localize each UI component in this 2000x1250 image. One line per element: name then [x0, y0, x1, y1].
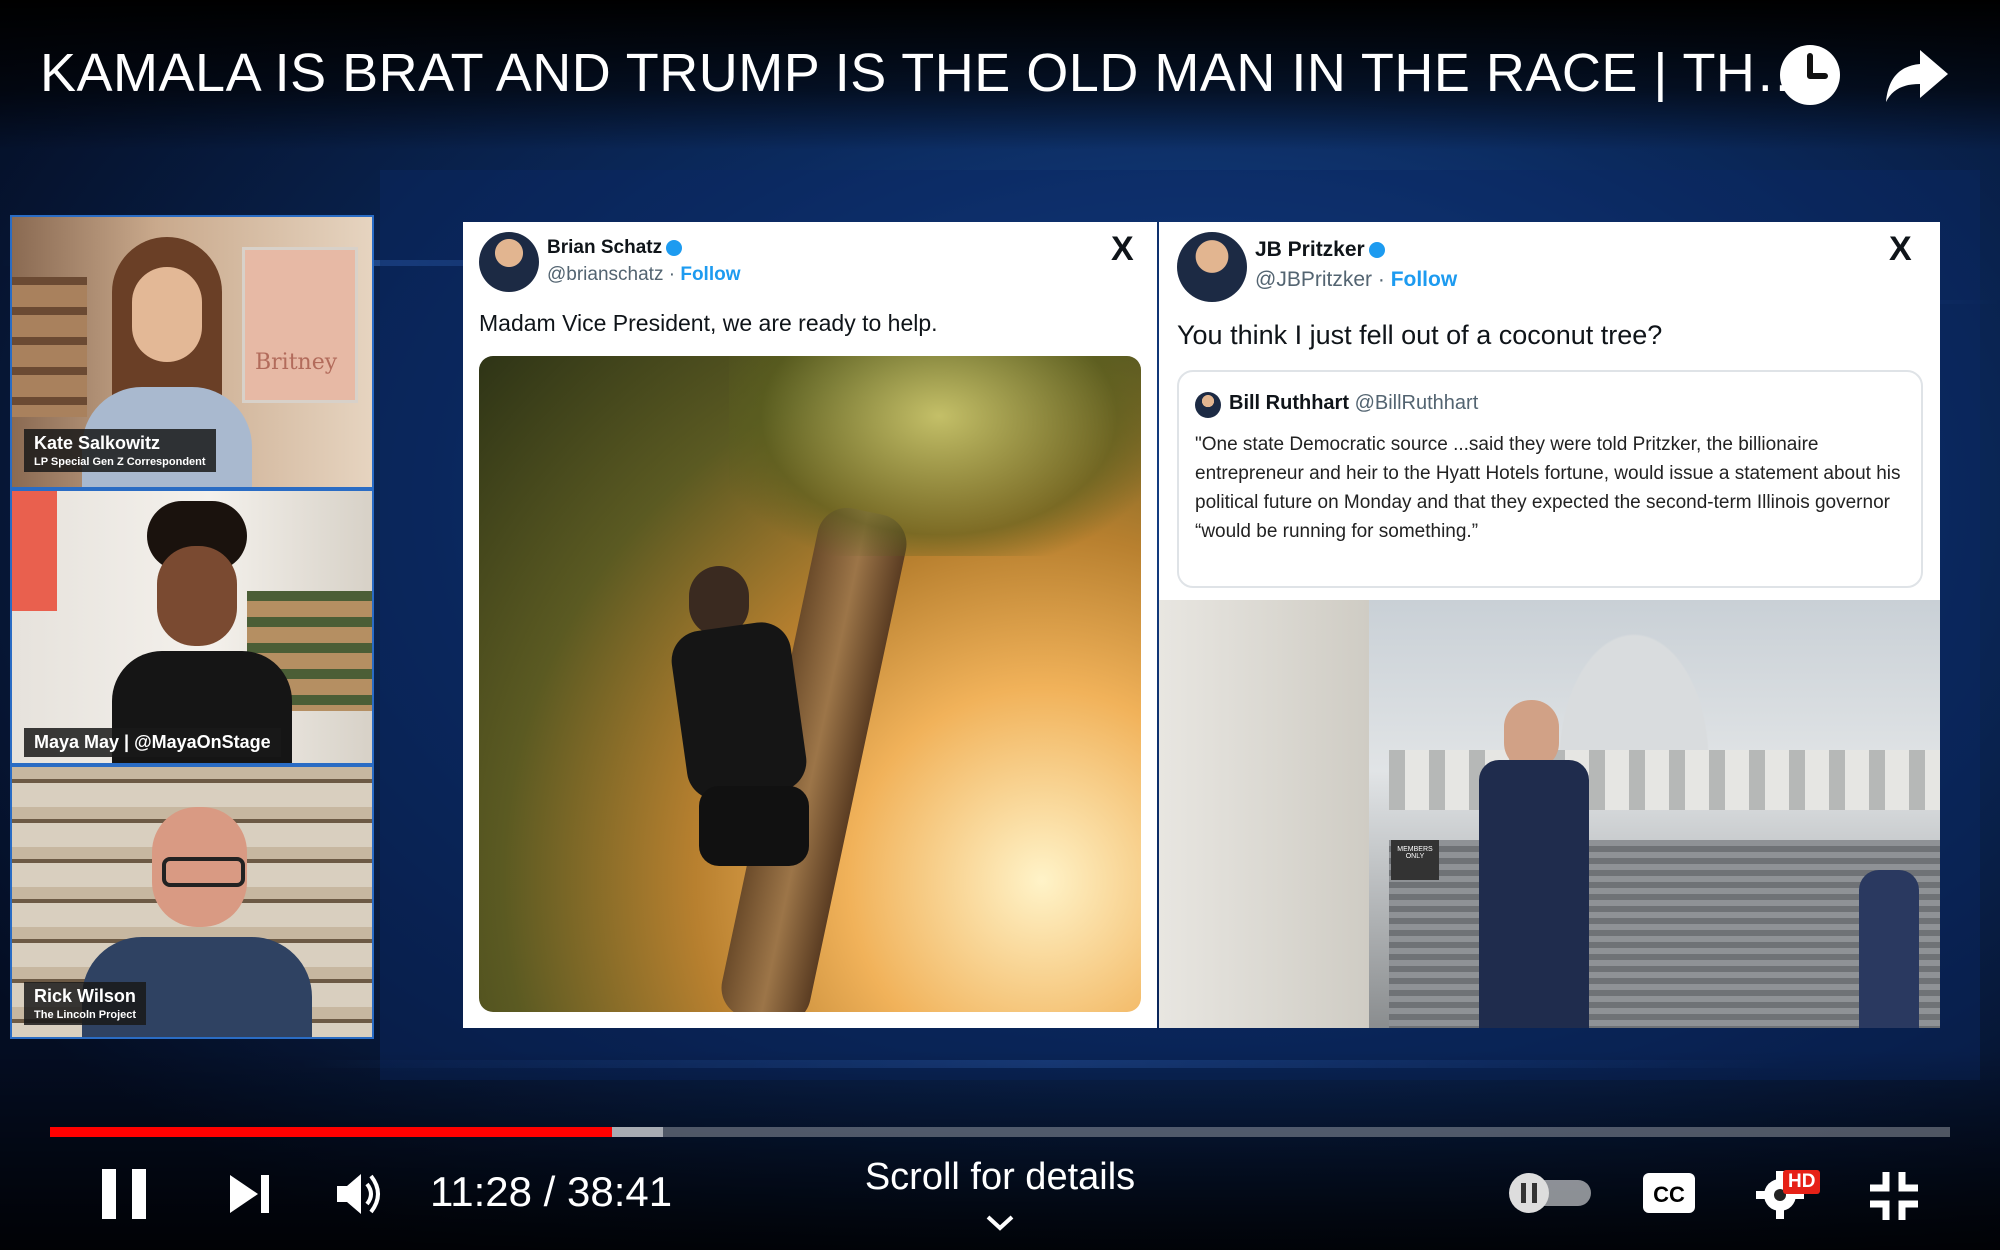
- tweet-card-pritzker: JB Pritzker @JBPritzker · Follow X You t…: [1159, 222, 1940, 1028]
- members-only-sign: MEMBERS ONLY: [1391, 840, 1439, 880]
- panelist-figure: [102, 501, 302, 763]
- panelist-video-kate: Britney Kate Salkowitz LP Special Gen Z …: [10, 215, 374, 489]
- avatar: [479, 232, 539, 292]
- avatar: [1195, 392, 1221, 418]
- video-player[interactable]: KAMALA IS BRAT AND TRUMP IS THE OLD MAN …: [0, 0, 2000, 1250]
- volume-icon[interactable]: [335, 1170, 385, 1218]
- nameplate: Rick Wilson The Lincoln Project: [24, 982, 147, 1025]
- wall-poster: Britney: [242, 247, 358, 403]
- poster-text: Britney: [255, 350, 338, 375]
- verified-badge-icon: [1368, 242, 1385, 259]
- pause-icon[interactable]: [100, 1167, 150, 1221]
- quote-author-row: Bill Ruthhart @BillRuthhart: [1229, 392, 1478, 415]
- time-display: 11:28 / 38:41: [430, 1168, 672, 1216]
- svg-text:CC: CC: [1653, 1182, 1685, 1207]
- progress-played: [50, 1127, 613, 1137]
- clock-icon[interactable]: [1775, 40, 1845, 110]
- palm-fronds: [729, 356, 1141, 556]
- wall-art: [12, 491, 57, 611]
- panelist-video-maya: Maya May | @MayaOnStage: [10, 489, 374, 765]
- share-arrow-icon[interactable]: [1882, 40, 1952, 110]
- tweet-card-schatz: Brian Schatz @brianschatz · Follow X Mad…: [463, 222, 1157, 1028]
- separator: ·: [1377, 268, 1385, 291]
- quote-tweet[interactable]: Bill Ruthhart @BillRuthhart "One state D…: [1177, 370, 1923, 588]
- panelist-video-rick: Rick Wilson The Lincoln Project: [10, 765, 374, 1039]
- separator: ·: [668, 264, 676, 285]
- tweet-photo-palm-tree: [479, 356, 1141, 1012]
- progress-bar[interactable]: [50, 1127, 1950, 1137]
- tweet-text: You think I just fell out of a coconut t…: [1177, 320, 1663, 350]
- chevron-down-icon[interactable]: [985, 1214, 1015, 1232]
- time-total: 38:41: [567, 1168, 673, 1215]
- video-title[interactable]: KAMALA IS BRAT AND TRUMP IS THE OLD MAN …: [40, 42, 1809, 104]
- avatar: [1177, 232, 1247, 302]
- panelist-name: Kate Salkowitz: [34, 433, 161, 453]
- author-name: JB Pritzker: [1255, 238, 1365, 261]
- quote-author-name: Bill Ruthhart: [1229, 392, 1349, 414]
- building-column: [1159, 600, 1369, 1028]
- time-current: 11:28: [430, 1168, 532, 1215]
- bookshelf: [12, 277, 87, 417]
- person-in-suit: [1859, 870, 1919, 1028]
- tweet-photo-capitol: MEMBERS ONLY: [1159, 600, 1940, 1028]
- x-logo-icon: X: [1111, 230, 1134, 268]
- verified-badge-icon: [666, 239, 683, 256]
- panelist-name: Maya May | @MayaOnStage: [34, 732, 271, 752]
- tweet-handle-row: @brianschatz · Follow: [547, 264, 741, 286]
- panelist-subtitle: LP Special Gen Z Correspondent: [34, 456, 206, 468]
- follow-link[interactable]: Follow: [680, 264, 740, 285]
- author-handle: @brianschatz: [547, 264, 664, 285]
- quote-text: "One state Democratic source ...said the…: [1195, 434, 1901, 542]
- scroll-hint-label: Scroll for details: [864, 1156, 1136, 1198]
- tweet-text: Madam Vice President, we are ready to he…: [479, 310, 938, 336]
- quote-author-handle: @BillRuthhart: [1354, 392, 1479, 414]
- climber-figure: [659, 566, 859, 946]
- author-name: Brian Schatz: [547, 237, 663, 258]
- follow-link[interactable]: Follow: [1391, 268, 1458, 291]
- nameplate: Maya May | @MayaOnStage: [24, 728, 281, 757]
- scroll-for-details[interactable]: Scroll for details: [800, 1156, 1200, 1242]
- panelist-name: Rick Wilson: [34, 986, 136, 1006]
- person-in-suit: [1459, 700, 1609, 1028]
- exit-fullscreen-icon[interactable]: [1868, 1170, 1920, 1222]
- x-logo-icon: X: [1889, 230, 1912, 268]
- cc-icon[interactable]: CC: [1641, 1171, 1697, 1215]
- hd-badge: HD: [1783, 1170, 1821, 1194]
- tweet-author: Brian Schatz: [547, 237, 683, 259]
- author-handle: @JBPritzker: [1255, 268, 1372, 291]
- time-separator: /: [543, 1168, 556, 1215]
- panelist-subtitle: The Lincoln Project: [34, 1009, 137, 1021]
- skip-next-icon[interactable]: [228, 1173, 272, 1215]
- nameplate: Kate Salkowitz LP Special Gen Z Correspo…: [24, 429, 216, 472]
- autoplay-toggle-icon[interactable]: [1505, 1170, 1595, 1216]
- tweet-author: JB Pritzker: [1255, 238, 1385, 262]
- tweet-handle-row: @JBPritzker · Follow: [1255, 268, 1457, 292]
